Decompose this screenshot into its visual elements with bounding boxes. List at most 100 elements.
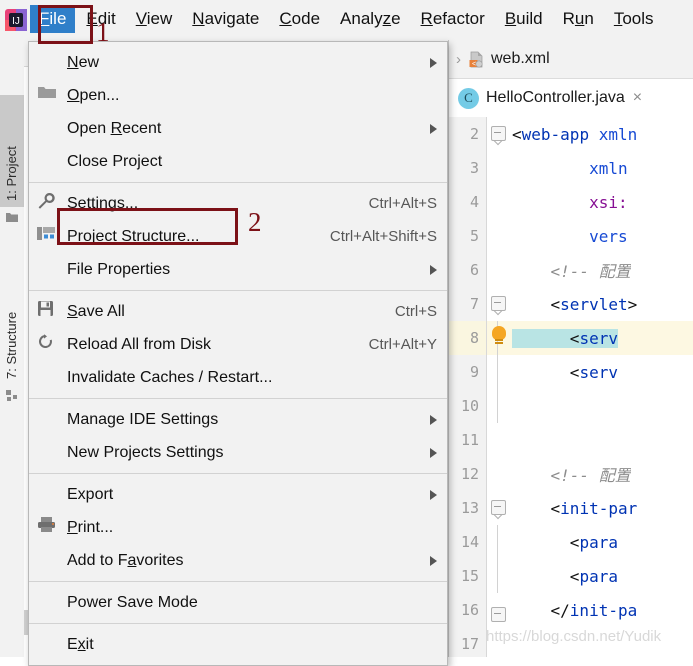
code-line[interactable]: 6 <!-- 配置 xyxy=(449,253,693,287)
code-token: < xyxy=(512,567,579,586)
menu-item-reload-all-from-disk[interactable]: Reload All from DiskCtrl+Alt+Y xyxy=(29,328,447,361)
code-line[interactable]: 9 <serv xyxy=(449,355,693,389)
file-dropdown-menu[interactable]: NewOpen... Open Recent Close Project Settin… xyxy=(28,41,448,666)
code-content[interactable]: 2<web-app xmln3 xmln4 xsi:5 vers6 <!-- 配… xyxy=(449,117,693,657)
menu-navigate[interactable]: Navigate xyxy=(183,5,268,33)
no-icon xyxy=(37,441,67,465)
menu-item-save-all[interactable]: Save AllCtrl+S xyxy=(29,295,447,328)
editor-tab-hellocontroller[interactable]: C HelloController.java × xyxy=(449,79,693,118)
menu-item-label: Power Save Mode xyxy=(67,594,437,612)
menu-code[interactable]: Code xyxy=(270,5,329,33)
structure-icon xyxy=(5,388,19,402)
code-token: init-pa xyxy=(570,601,637,620)
menu-item-project-structure[interactable]: Project Structure...Ctrl+Alt+Shift+S xyxy=(29,220,447,253)
mnemonic: V xyxy=(136,9,147,28)
menu-item-invalidate-caches-restart[interactable]: Invalidate Caches / Restart... xyxy=(29,361,447,394)
menu-item-label: Invalidate Caches / Restart... xyxy=(67,369,437,387)
sidebar-item-structure[interactable]: 7: Structure xyxy=(0,265,24,385)
menu-item-exit[interactable]: Exit xyxy=(29,628,447,661)
menu-item-settings[interactable]: Settings...Ctrl+Alt+S xyxy=(29,187,447,220)
intellij-idea-logo-icon: IJ xyxy=(3,7,29,33)
fold-gutter[interactable] xyxy=(487,117,509,151)
fold-end-icon[interactable] xyxy=(491,607,506,622)
code-line[interactable]: 14 <para xyxy=(449,525,693,559)
fold-gutter[interactable] xyxy=(487,593,509,627)
menu-item-label: Open Recent xyxy=(67,120,416,138)
menu-item-label: Settings... xyxy=(67,195,351,213)
menu-item-power-save-mode[interactable]: Power Save Mode xyxy=(29,586,447,619)
menu-analyze[interactable]: Analyze xyxy=(331,5,410,33)
code-line[interactable]: 11 xyxy=(449,423,693,457)
code-token: serv xyxy=(579,363,618,382)
sidebar-item-project-label: 1: Project xyxy=(4,146,19,201)
no-icon xyxy=(37,549,67,573)
menu-item-label: Print... xyxy=(67,519,437,537)
code-token: xmln xyxy=(589,125,637,144)
code-line[interactable]: 16 </init-pa xyxy=(449,593,693,627)
code-text: vers xyxy=(509,227,628,246)
submenu-arrow-icon xyxy=(430,265,437,275)
fold-gutter[interactable] xyxy=(487,219,509,253)
code-line[interactable]: 15 <para xyxy=(449,559,693,593)
menu-run[interactable]: Run xyxy=(554,5,603,33)
fold-gutter[interactable] xyxy=(487,491,509,525)
code-text: <web-app xmln xyxy=(509,125,637,144)
menu-item-print[interactable]: Print... xyxy=(29,511,447,544)
menu-item-manage-ide-settings[interactable]: Manage IDE Settings xyxy=(29,403,447,436)
fold-gutter[interactable] xyxy=(487,559,509,593)
submenu-arrow-icon xyxy=(430,58,437,68)
menu-item-label: Reload All from Disk xyxy=(67,336,351,354)
menu-item-new[interactable]: New xyxy=(29,46,447,79)
code-text: <serv xyxy=(509,329,618,348)
menu-tools[interactable]: Tools xyxy=(605,5,663,33)
menu-view[interactable]: View xyxy=(127,5,182,33)
code-token: para xyxy=(579,533,618,552)
menu-item-close-project[interactable]: Close Project xyxy=(29,145,447,178)
fold-gutter[interactable] xyxy=(487,525,509,559)
menu-item-new-projects-settings[interactable]: New Projects Settings xyxy=(29,436,447,469)
code-line[interactable]: 4 xsi: xyxy=(449,185,693,219)
indent-guide xyxy=(497,559,498,593)
menu-item-open[interactable]: Open... xyxy=(29,79,447,112)
code-text: <!-- 配置 xyxy=(509,462,631,486)
fold-gutter[interactable] xyxy=(487,355,509,389)
intention-bulb-icon[interactable] xyxy=(492,326,506,340)
code-line[interactable]: 3 xmln xyxy=(449,151,693,185)
mnemonic: z xyxy=(383,9,392,28)
code-line[interactable]: 8 <serv xyxy=(449,321,693,355)
menu-refactor[interactable]: Refactor xyxy=(412,5,494,33)
code-line[interactable]: 2<web-app xmln xyxy=(449,117,693,151)
sidebar-item-project[interactable]: 1: Project xyxy=(0,95,24,207)
menu-item-file-properties[interactable]: File Properties xyxy=(29,253,447,286)
fold-gutter[interactable] xyxy=(487,253,509,287)
no-icon xyxy=(37,366,67,390)
close-icon[interactable]: × xyxy=(633,89,642,107)
fold-gutter[interactable] xyxy=(487,151,509,185)
fold-gutter[interactable] xyxy=(487,423,509,457)
mnemonic: C xyxy=(279,9,291,28)
code-line[interactable]: 13 <init-par xyxy=(449,491,693,525)
fold-gutter[interactable] xyxy=(487,287,509,321)
code-token: vers xyxy=(512,227,628,246)
code-token: xmln xyxy=(512,159,628,178)
menu-item-add-to-favorites[interactable]: Add to Favorites xyxy=(29,544,447,577)
menu-item-export[interactable]: Export xyxy=(29,478,447,511)
fold-gutter[interactable] xyxy=(487,457,509,491)
menu-build[interactable]: Build xyxy=(496,5,552,33)
fold-gutter[interactable] xyxy=(487,321,509,355)
folder-icon xyxy=(37,84,67,108)
menu-item-label: Exit xyxy=(67,636,437,654)
fold-gutter[interactable] xyxy=(487,185,509,219)
xml-file-icon: < xyxy=(468,51,485,68)
breadcrumb[interactable]: › < web.xml xyxy=(449,40,693,79)
menu-separator xyxy=(29,398,447,399)
fold-gutter[interactable] xyxy=(487,389,509,423)
code-line[interactable]: 7 <servlet> xyxy=(449,287,693,321)
code-line[interactable]: 12 <!-- 配置 xyxy=(449,457,693,491)
menu-item-open-recent[interactable]: Open Recent xyxy=(29,112,447,145)
code-line[interactable]: 5 vers xyxy=(449,219,693,253)
line-number: 14 xyxy=(449,525,487,559)
code-line[interactable]: 10 xyxy=(449,389,693,423)
no-icon xyxy=(37,483,67,507)
menu-file[interactable]: File xyxy=(30,5,75,33)
